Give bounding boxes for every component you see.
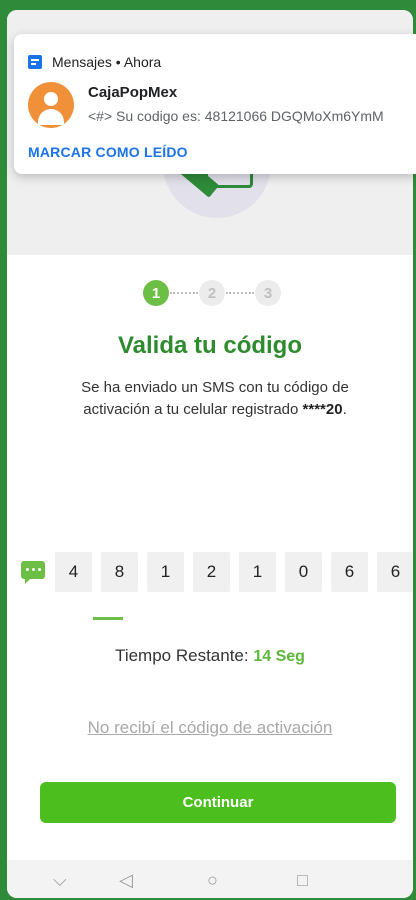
description-period: . [342, 401, 347, 418]
code-digit[interactable]: 1 [239, 552, 276, 592]
code-digit[interactable]: 4 [55, 552, 92, 592]
timer-label: Tiempo Restante: [115, 646, 249, 665]
step-2: 2 [199, 280, 225, 306]
sms-notification[interactable]: Mensajes • Ahora CajaPopMex <#> Su codig… [14, 34, 416, 174]
notification-app-label: Mensajes • Ahora [52, 54, 162, 70]
code-digit[interactable]: 0 [285, 552, 322, 592]
notification-body: <#> Su codigo es: 48121066 DGQMoXm6YmM [88, 108, 384, 124]
recents-icon[interactable]: □ [297, 870, 308, 891]
step-1: 1 [143, 280, 169, 306]
sms-icon [21, 561, 45, 584]
continue-button[interactable]: Continuar [40, 782, 396, 823]
page-title: Valida tu código [117, 332, 303, 359]
step-connector [170, 292, 198, 294]
step-indicator: 1 2 3 [143, 280, 281, 306]
timer: Tiempo Restante: 14 Seg [7, 646, 413, 666]
description: Se ha enviado un SMS con tu código de ac… [47, 377, 383, 421]
masked-phone-number: ****20 [302, 401, 343, 418]
step-3: 3 [255, 280, 281, 306]
code-digit[interactable]: 2 [193, 552, 230, 592]
code-digit[interactable]: 6 [331, 552, 368, 592]
back-icon[interactable]: ◁ [119, 870, 133, 891]
code-digit[interactable]: 6 [377, 552, 413, 592]
mark-as-read-button[interactable]: MARCAR COMO LEÍDO [28, 144, 188, 160]
code-input-row[interactable]: 4 8 1 2 1 0 6 6 [55, 552, 413, 592]
system-nav-bar: ⌵ ◁ ○ □ [7, 860, 413, 898]
notification-header: Mensajes • Ahora [28, 54, 161, 70]
home-icon[interactable]: ○ [207, 870, 218, 891]
timer-value: 14 Seg [253, 648, 305, 665]
input-cursor [93, 617, 123, 620]
step-connector [226, 292, 254, 294]
notification-sender: CajaPopMex [88, 84, 178, 101]
code-digit[interactable]: 1 [147, 552, 184, 592]
messages-icon [28, 55, 42, 69]
chevron-down-icon[interactable]: ⌵ [53, 870, 67, 891]
code-digit[interactable]: 8 [101, 552, 138, 592]
resend-code-link[interactable]: No recibí el código de activación [7, 718, 413, 738]
avatar [28, 82, 74, 128]
